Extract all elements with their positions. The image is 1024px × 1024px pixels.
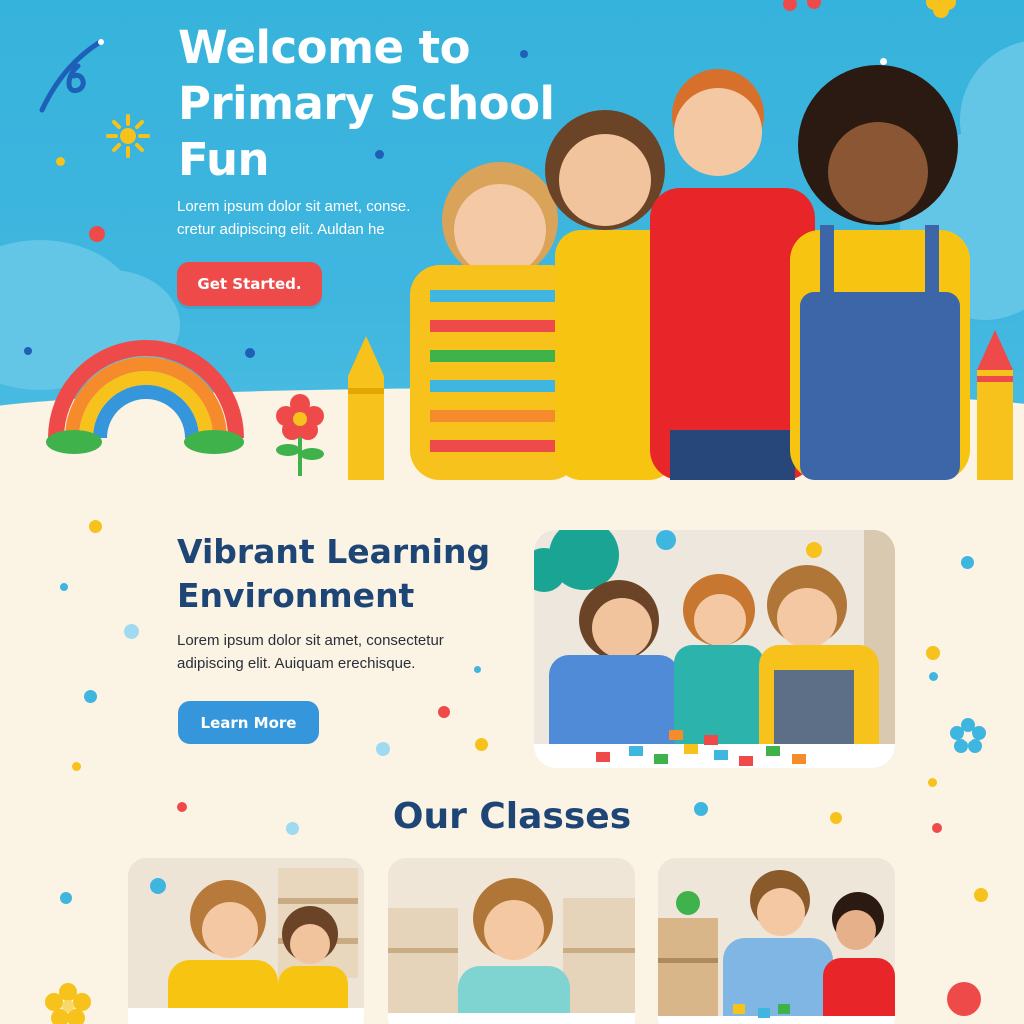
environment-description-line: adipiscing elit. Auiquam erechisque. [177,655,416,672]
confetti-dot [84,690,97,703]
hero-description-line: cretur adipiscing elit. Auldan he [177,221,385,238]
confetti-dot [438,706,450,718]
class-photo [128,858,364,1024]
environment-title-line: Environment [177,576,415,615]
flower-icon [276,394,324,476]
class-card[interactable] [128,858,364,1024]
flower-icon [926,0,956,18]
hero-description-line: Lorem ipsum dolor sit amet, conse. [177,198,411,215]
confetti-dot [245,348,255,358]
hero-description: Lorem ipsum dolor sit amet, conse. cretu… [177,195,437,241]
environment-title: Vibrant Learning Environment [177,530,507,618]
flower-icon [950,718,986,753]
squiggle-doodle [39,39,104,113]
environment-photo [534,530,895,768]
environment-title-line: Vibrant Learning [177,532,491,571]
confetti-dot [24,347,32,355]
crayon-illustration [348,336,384,480]
learn-more-button[interactable]: Learn More [178,701,319,744]
confetti-dot [376,742,390,756]
confetti-dot [60,583,68,591]
rainbow-illustration [46,340,244,454]
confetti-dot [926,646,940,660]
classes-title: Our Classes [392,796,632,837]
confetti-dot [89,520,102,533]
get-started-button[interactable]: Get Started. [177,262,322,306]
hero-title: Welcome to Primary School Fun [178,20,578,188]
flower-icon [45,983,91,1024]
confetti-dot [928,778,937,787]
confetti-dot [72,762,81,771]
confetti-dot [974,888,988,902]
confetti-dot [947,982,981,1016]
environment-description-line: Lorem ipsum dolor sit amet, consectetur [177,632,444,649]
confetti-dot [475,738,488,751]
environment-description: Lorem ipsum dolor sit amet, consectetur … [177,629,477,675]
confetti-dot [961,556,974,569]
hero-title-line: Welcome to [178,21,471,74]
classroom-photo [534,530,895,768]
hero-title-line: Fun [178,133,270,186]
confetti-dot [929,672,938,681]
hero-section: Welcome to Primary School Fun Lorem ipsu… [0,0,1024,480]
confetti-dot [124,624,139,639]
confetti-dot [60,892,72,904]
class-photo [658,858,895,1024]
confetti-dot [56,157,65,166]
class-card[interactable] [388,858,635,1024]
music-note-icon [783,0,821,11]
class-card[interactable] [658,858,895,1024]
class-photo [388,858,635,1024]
hero-title-line: Primary School [178,77,555,130]
sun-icon [106,114,150,158]
confetti-dot [89,226,105,242]
